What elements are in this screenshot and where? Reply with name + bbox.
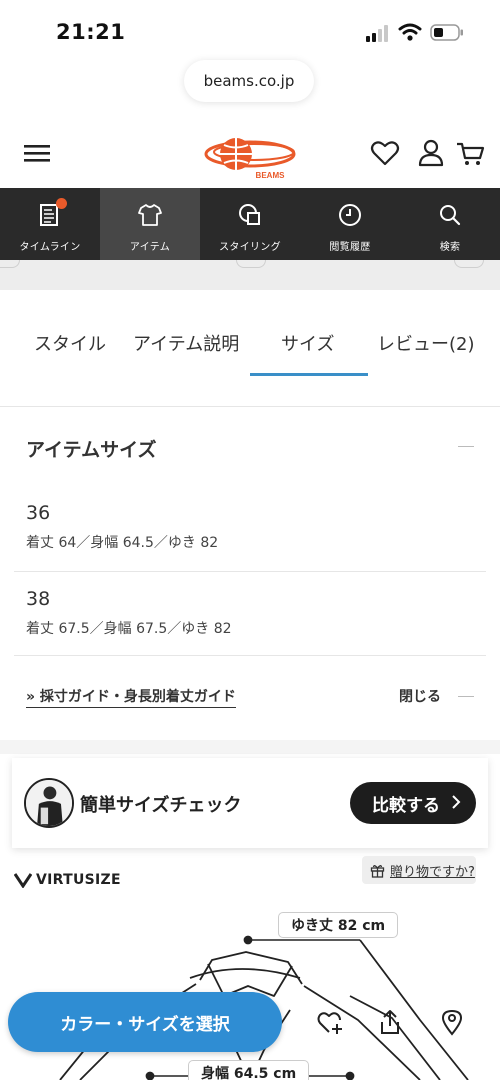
section-separator [0,740,500,754]
garment-size-diagram: ゆき丈 82 cm 身幅 64.5 cm [0,900,500,1080]
detail-tabs: スタイル アイテム説明 サイズ レビュー(2) [0,318,500,378]
avatar [24,778,74,828]
nav-item-history[interactable]: 閲覧履歴 [300,188,400,260]
nav-item-items[interactable]: アイテム [100,188,200,260]
select-label: カラー・サイズを選択 [60,1014,230,1035]
nav-label-items: アイテム [129,242,171,253]
virtusize-v-icon [14,873,32,888]
card-edge [454,260,484,268]
compare-button[interactable]: 比較する [350,782,476,824]
tab-reviews[interactable]: レビュー(2) [377,330,475,356]
store-location-icon[interactable] [438,1008,466,1036]
virtusize-logo: VIRTUSIZE [14,870,121,890]
size-check-title: 簡単サイズチェック [80,795,242,816]
svg-text:BEAMS: BEAMS [256,171,286,180]
tab-item-description[interactable]: アイテム説明 [133,330,239,356]
nav-item-styling[interactable]: スタイリング [200,188,300,260]
url-text: beams.co.jp [203,72,295,90]
styling-icon [239,204,260,225]
main-navigation: タイムライン アイテム スタイリング 閲覧履歴 検索 [0,188,500,260]
size-label: 38 [26,588,51,610]
notification-badge [56,198,67,209]
size-row: 36 着丈 64／身幅 64.5／ゆき 82 [14,490,486,572]
status-time: 21:21 [56,20,126,44]
size-check-card[interactable]: 簡単サイズチェック 比較する [12,758,488,848]
collapse-icon[interactable] [458,696,474,697]
close-button[interactable]: 閉じる [399,686,441,706]
card-edge [0,260,20,268]
clock-icon [339,204,361,226]
favorite-heart-icon[interactable] [368,136,402,170]
search-icon [440,205,461,226]
shirt-icon [138,204,162,226]
nav-label-search: 検索 [439,242,461,253]
card-edge [236,260,266,268]
carousel-bottom-edge [0,260,500,290]
nav-label-timeline: タイムライン [19,242,81,253]
wifi-icon [398,23,422,41]
divider [0,406,500,407]
collapse-icon[interactable] [458,446,474,447]
cart-icon[interactable] [454,136,488,170]
account-icon[interactable] [414,136,448,170]
size-measurements: 着丈 64／身幅 64.5／ゆき 82 [26,535,219,551]
nav-label-history: 閲覧履歴 [329,242,371,253]
size-guide-link[interactable]: » 採寸ガイド・身長別着丈ガイド [26,686,236,708]
battery-icon [430,24,463,41]
menu-icon[interactable] [20,136,54,170]
item-size-title: アイテムサイズ [26,439,157,461]
size-row: 38 着丈 67.5／身幅 67.5／ゆき 82 [14,572,486,656]
chevron-right-icon [452,795,461,809]
body-width-label: 身幅 64.5 cm [188,1060,310,1080]
gift-icon [370,864,385,878]
tab-size[interactable]: サイズ [281,330,334,356]
jacket-outline-icon [59,935,469,1080]
beams-logo[interactable]: BEAMS [200,130,300,186]
status-bar: 21:21 [0,0,500,62]
share-icon[interactable] [376,1008,404,1036]
person-photo-icon [26,780,72,826]
gift-button[interactable]: 贈り物ですか? [362,856,476,884]
add-favorite-icon[interactable] [316,1008,344,1036]
browser-url-bar[interactable]: beams.co.jp [184,60,314,102]
gift-label: 贈り物ですか? [390,864,475,880]
compare-label: 比較する [372,795,440,816]
cellular-signal-icon [366,25,388,42]
nav-item-search[interactable]: 検索 [400,188,500,260]
nav-item-timeline[interactable]: タイムライン [0,188,100,260]
site-header: BEAMS [0,120,500,188]
nav-label-styling: スタイリング [219,242,281,253]
size-measurements: 着丈 67.5／身幅 67.5／ゆき 82 [26,621,232,637]
virtusize-brand: VIRTUSIZE [36,872,121,888]
active-tab-indicator [250,373,368,376]
tab-style[interactable]: スタイル [34,330,106,356]
select-color-size-button[interactable]: カラー・サイズを選択 [8,992,282,1052]
sleeve-length-label: ゆき丈 82 cm [278,912,399,938]
size-label: 36 [26,502,51,524]
